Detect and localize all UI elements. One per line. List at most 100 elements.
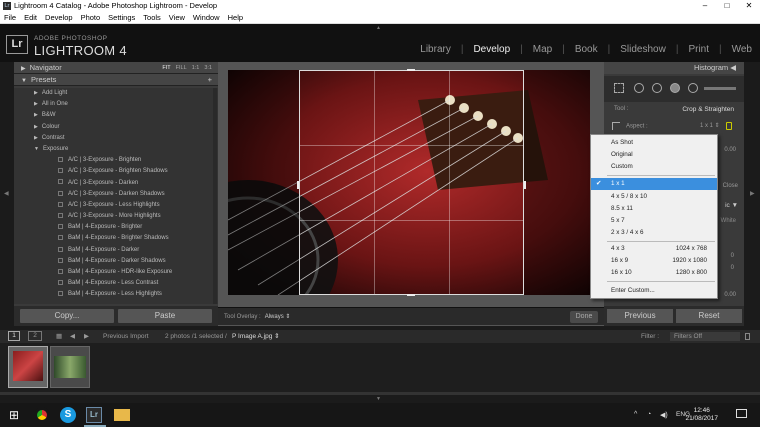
aspect-option[interactable]: 4 x 5 / 8 x 10 bbox=[591, 191, 717, 203]
preset-item[interactable]: A/C | 3-Exposure - Darken Shadows bbox=[14, 189, 218, 200]
thumbnail[interactable] bbox=[50, 346, 90, 388]
close-button[interactable]: ✕ bbox=[738, 0, 760, 12]
crop-handle-right[interactable] bbox=[524, 181, 526, 189]
preset-folder[interactable]: ▶ Add Light bbox=[14, 88, 218, 99]
aspect-option[interactable]: 4 x 3 1024 x 768 bbox=[591, 243, 717, 255]
menu-view[interactable]: View bbox=[169, 13, 185, 22]
module-map[interactable]: Map bbox=[533, 44, 552, 55]
previous-button[interactable]: Previous bbox=[607, 309, 673, 323]
red-eye-icon[interactable] bbox=[652, 83, 662, 93]
profile-select[interactable]: ic ▼ bbox=[725, 202, 738, 209]
graduated-filter-icon[interactable] bbox=[670, 83, 680, 93]
previous-import-label[interactable]: Previous Import bbox=[103, 330, 149, 343]
maximize-button[interactable]: □ bbox=[716, 0, 738, 12]
crop-handle-left[interactable] bbox=[297, 181, 299, 189]
skype-icon[interactable]: S bbox=[60, 407, 76, 423]
minimize-button[interactable]: – bbox=[694, 0, 716, 12]
module-library[interactable]: Library bbox=[420, 44, 451, 55]
aspect-option-original[interactable]: Original bbox=[591, 149, 717, 161]
adjustment-brush-icon[interactable] bbox=[704, 87, 736, 90]
preset-scrollbar[interactable] bbox=[213, 88, 217, 304]
reset-button[interactable]: Reset bbox=[676, 309, 742, 323]
spot-removal-icon[interactable] bbox=[634, 83, 644, 93]
preset-item[interactable]: A/C | 3-Exposure - Brighten Shadows bbox=[14, 166, 218, 177]
preset-folder-open[interactable]: ▼ Exposure bbox=[14, 144, 218, 155]
filename-select[interactable]: P Image A.jpg ⇕ bbox=[232, 330, 280, 343]
tool-overlay-select[interactable]: Always ⇕ bbox=[265, 314, 291, 320]
lock-icon[interactable] bbox=[726, 122, 732, 130]
lock-filter-icon[interactable] bbox=[745, 333, 750, 340]
preset-item[interactable]: A/C | 3-Exposure - Darken bbox=[14, 178, 218, 189]
crop-overlay-icon[interactable] bbox=[612, 122, 620, 130]
preset-item[interactable]: BaM | 4-Exposure - Darker bbox=[14, 245, 218, 256]
menu-window[interactable]: Window bbox=[193, 13, 220, 22]
zoom-fill[interactable]: FILL bbox=[176, 65, 187, 71]
add-preset-icon[interactable]: + bbox=[208, 74, 212, 86]
collapse-bottom-icon[interactable]: ▼ bbox=[376, 396, 381, 402]
menu-edit[interactable]: Edit bbox=[24, 13, 37, 22]
collapse-right-icon[interactable]: ▶ bbox=[750, 190, 755, 197]
aspect-option[interactable]: 2 x 3 / 4 x 6 bbox=[591, 227, 717, 239]
menu-settings[interactable]: Settings bbox=[108, 13, 135, 22]
histogram-header[interactable]: Histogram ◀ bbox=[604, 62, 744, 74]
tray-up-icon[interactable]: ^ bbox=[634, 411, 637, 418]
preset-folder[interactable]: ▶ Colour bbox=[14, 122, 218, 133]
thumbnail-selected[interactable] bbox=[8, 346, 48, 388]
zoom-1-1[interactable]: 1:1 bbox=[192, 65, 200, 71]
collapse-left-icon[interactable]: ◀ bbox=[4, 190, 9, 197]
aspect-option[interactable]: 16 x 10 1280 x 800 bbox=[591, 267, 717, 279]
paste-button[interactable]: Paste bbox=[118, 309, 212, 323]
preset-item[interactable]: BaM | 4-Exposure - HDR-like Exposure bbox=[14, 267, 218, 278]
crop-handle-top[interactable] bbox=[407, 69, 415, 71]
windows-start-icon[interactable]: ⊞ bbox=[6, 407, 22, 423]
menu-develop[interactable]: Develop bbox=[45, 13, 73, 22]
module-slideshow[interactable]: Slideshow bbox=[620, 44, 666, 55]
aspect-option-1x1[interactable]: ✔ 1 x 1 bbox=[591, 178, 717, 190]
preset-item[interactable]: A/C | 3-Exposure - Brighten bbox=[14, 155, 218, 166]
menu-tools[interactable]: Tools bbox=[143, 13, 161, 22]
screen-2-button[interactable]: 2 bbox=[28, 331, 42, 341]
back-arrow-icon[interactable]: ◀ bbox=[70, 330, 75, 343]
menu-photo[interactable]: Photo bbox=[81, 13, 101, 22]
done-button[interactable]: Done bbox=[570, 311, 598, 323]
menu-help[interactable]: Help bbox=[228, 13, 243, 22]
menu-file[interactable]: File bbox=[4, 13, 16, 22]
file-explorer-icon[interactable] bbox=[114, 409, 130, 421]
module-book[interactable]: Book bbox=[575, 44, 598, 55]
grid-view-icon[interactable]: ▦ bbox=[56, 330, 62, 343]
forward-arrow-icon[interactable]: ▶ bbox=[84, 330, 89, 343]
copy-button[interactable]: Copy... bbox=[20, 309, 114, 323]
preset-folder[interactable]: ▶ Contrast bbox=[14, 133, 218, 144]
aspect-option-as-shot[interactable]: As Shot bbox=[591, 137, 717, 149]
filter-select[interactable]: Filters Off bbox=[670, 332, 740, 341]
lightroom-taskbar-icon[interactable]: Lr bbox=[86, 407, 102, 423]
preset-item[interactable]: BaM | 4-Exposure - Brighter bbox=[14, 222, 218, 233]
module-print[interactable]: Print bbox=[688, 44, 709, 55]
close-label[interactable]: Close bbox=[723, 183, 738, 189]
module-web[interactable]: Web bbox=[732, 44, 752, 55]
zoom-fit[interactable]: FIT bbox=[162, 65, 170, 71]
preset-item[interactable]: BaM | 4-Exposure - Brighter Shadows bbox=[14, 233, 218, 244]
navigator-header[interactable]: ▶ Navigator FIT FILL 1:1 3:1 bbox=[14, 62, 218, 74]
crop-tool-icon[interactable] bbox=[614, 83, 624, 93]
chrome-icon[interactable] bbox=[34, 407, 50, 423]
screen-1-button[interactable]: 1 bbox=[8, 331, 20, 341]
aspect-option-custom[interactable]: Custom bbox=[591, 161, 717, 173]
filmstrip-scrollbar[interactable] bbox=[0, 392, 760, 395]
zoom-3-1[interactable]: 3:1 bbox=[204, 65, 212, 71]
crop-handle-bottom[interactable] bbox=[407, 294, 415, 296]
aspect-option[interactable]: 8.5 x 11 bbox=[591, 203, 717, 215]
volume-icon[interactable]: ◀) bbox=[660, 411, 668, 419]
radial-filter-icon[interactable] bbox=[688, 83, 698, 93]
aspect-option[interactable]: 5 x 7 bbox=[591, 215, 717, 227]
crop-frame[interactable] bbox=[297, 69, 526, 296]
module-develop[interactable]: Develop bbox=[473, 44, 510, 55]
preset-item[interactable]: A/C | 3-Exposure - More Highlights bbox=[14, 211, 218, 222]
collapse-top-icon[interactable]: ▲ bbox=[376, 25, 384, 31]
aspect-option-enter-custom[interactable]: Enter Custom... bbox=[591, 285, 717, 297]
preset-item[interactable]: BaM | 4-Exposure - Less Contrast bbox=[14, 278, 218, 289]
preset-item[interactable]: A/C | 3-Exposure - Less Highlights bbox=[14, 200, 218, 211]
network-icon[interactable]: ◔ bbox=[647, 411, 651, 418]
aspect-value[interactable]: 1 x 1 ⇕ bbox=[700, 122, 720, 129]
preset-item[interactable]: BaM | 4-Exposure - Darker Shadows bbox=[14, 256, 218, 267]
